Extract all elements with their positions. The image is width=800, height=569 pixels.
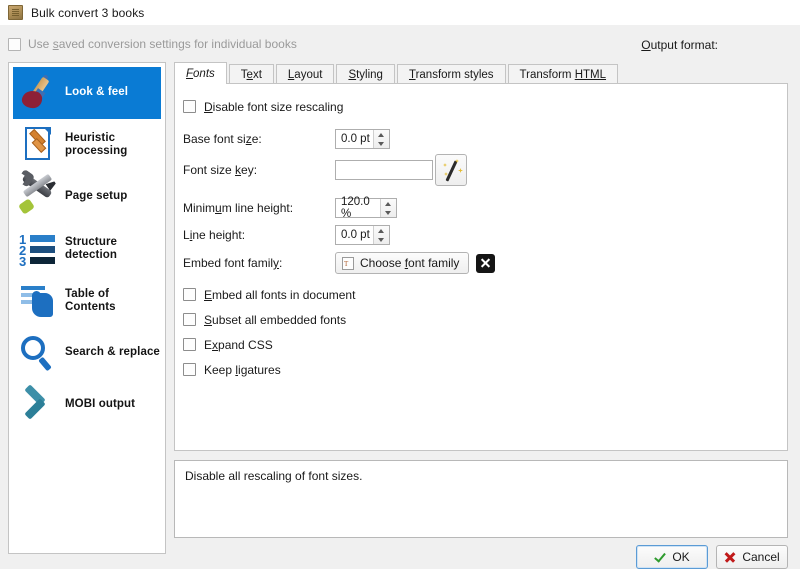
line-height-stepper[interactable]: 0.0 pt bbox=[335, 224, 390, 245]
checkbox-box[interactable] bbox=[183, 363, 196, 376]
sidebar-item-label: Table of Contents bbox=[65, 287, 116, 314]
font-size-key-label: Font size key: bbox=[183, 163, 258, 177]
settings-panel: Fonts Text Layout Styling Transform styl… bbox=[170, 62, 792, 569]
disable-font-rescaling-label: Disable font size rescaling bbox=[204, 99, 344, 114]
stepper-buttons[interactable] bbox=[380, 198, 396, 217]
cancel-button[interactable]: Cancel bbox=[716, 545, 788, 569]
sidebar-item-structure-detection[interactable]: 1 2 3 Structure detection bbox=[13, 223, 161, 275]
line-height-value[interactable]: 0.0 pt bbox=[336, 226, 373, 244]
top-options-row: Use saved conversion settings for indivi… bbox=[0, 33, 800, 59]
stepper-down-icon[interactable] bbox=[374, 139, 389, 148]
keep-ligatures-label: Keep ligatures bbox=[204, 362, 281, 377]
embed-all-fonts-label: Embed all fonts in document bbox=[204, 287, 356, 302]
sidebar-item-label: MOBI output bbox=[65, 398, 136, 411]
expand-css-checkbox[interactable]: Expand CSS bbox=[183, 332, 787, 357]
sidebar-item-heuristic-processing[interactable]: Heuristic processing bbox=[13, 119, 161, 171]
use-saved-settings-checkbox[interactable]: Use saved conversion settings for indivi… bbox=[8, 37, 297, 51]
tab-layout[interactable]: Layout bbox=[275, 64, 335, 84]
choose-font-family-button[interactable]: Choose font family bbox=[335, 252, 470, 274]
keep-ligatures-checkbox[interactable]: Keep ligatures bbox=[183, 357, 787, 382]
stepper-buttons[interactable] bbox=[373, 225, 389, 244]
fonts-tab-panel: Disable font size rescaling Base font si… bbox=[174, 83, 788, 451]
close-icon bbox=[724, 551, 736, 563]
checkbox-box[interactable] bbox=[183, 313, 196, 326]
ok-button-label: OK bbox=[672, 550, 690, 564]
sidebar-item-label: Search & replace bbox=[65, 346, 160, 359]
numbered-list-icon: 1 2 3 bbox=[17, 228, 59, 270]
sidebar-item-table-of-contents[interactable]: Table of Contents bbox=[13, 275, 161, 327]
sidebar-item-label: Heuristic processing bbox=[65, 131, 128, 158]
sidebar-item-label: Look & feel bbox=[65, 86, 129, 99]
embed-font-family-label: Embed font family: bbox=[183, 256, 283, 270]
help-description-box: Disable all rescaling of font sizes. bbox=[174, 460, 788, 538]
check-icon bbox=[654, 551, 666, 563]
sidebar-item-label: Structure detection bbox=[65, 235, 118, 262]
base-font-size-stepper[interactable]: 0.0 pt bbox=[335, 128, 390, 149]
minimum-line-height-row: Minimum line height: 120.0 % bbox=[183, 194, 787, 221]
sidebar-item-page-setup[interactable]: Page setup bbox=[13, 171, 161, 223]
minimum-line-height-stepper[interactable]: 120.0 % bbox=[335, 196, 397, 220]
stepper-up-icon[interactable] bbox=[374, 130, 389, 139]
checkbox-box[interactable] bbox=[183, 338, 196, 351]
tab-fonts[interactable]: Fonts bbox=[174, 62, 227, 84]
magic-wand-button[interactable] bbox=[435, 154, 467, 186]
subset-all-fonts-label: Subset all embedded fonts bbox=[204, 312, 347, 327]
base-font-size-value[interactable]: 0.0 pt bbox=[336, 130, 373, 148]
clear-font-family-button[interactable] bbox=[476, 253, 496, 273]
sidebar-item-look-and-feel[interactable]: Look & feel bbox=[13, 67, 161, 119]
stepper-down-icon[interactable] bbox=[374, 235, 389, 244]
output-format-label: Output format: bbox=[641, 38, 718, 52]
use-saved-settings-label: Use saved conversion settings for indivi… bbox=[28, 37, 297, 51]
checkbox-box[interactable] bbox=[8, 37, 21, 51]
tab-text[interactable]: Text bbox=[228, 64, 274, 84]
cancel-button-label: Cancel bbox=[742, 550, 780, 564]
base-font-size-label: Base font size: bbox=[183, 131, 262, 146]
font-size-key-row: Font size key: bbox=[183, 152, 787, 188]
sidebar-item-label: Page setup bbox=[65, 190, 128, 203]
tab-strip: Fonts Text Layout Styling Transform styl… bbox=[174, 62, 620, 84]
tab-styling[interactable]: Styling bbox=[336, 64, 395, 84]
bulk-convert-dialog: Bulk convert 3 books Use saved conversio… bbox=[0, 0, 800, 569]
stepper-buttons[interactable] bbox=[373, 129, 389, 148]
tab-transform-html[interactable]: Transform HTML bbox=[507, 64, 619, 84]
font-file-icon bbox=[342, 256, 354, 270]
settings-sidebar: Look & feel Heuristic processing Page se… bbox=[8, 62, 166, 554]
stepper-up-icon[interactable] bbox=[374, 226, 389, 235]
help-text: Disable all rescaling of font sizes. bbox=[185, 469, 363, 483]
window-title: Bulk convert 3 books bbox=[31, 5, 145, 20]
embed-font-family-row: Embed font family: Choose font family bbox=[183, 248, 787, 278]
tab-transform-styles[interactable]: Transform styles bbox=[396, 64, 506, 84]
stepper-down-icon[interactable] bbox=[381, 208, 396, 217]
minimum-line-height-label: Minimum line height: bbox=[183, 200, 294, 215]
checkbox-box[interactable] bbox=[183, 100, 196, 113]
sidebar-item-mobi-output[interactable]: MOBI output bbox=[13, 379, 161, 431]
ok-button[interactable]: OK bbox=[636, 545, 708, 569]
document-bandage-icon bbox=[17, 124, 59, 166]
dialog-button-row: OK Cancel bbox=[170, 545, 792, 569]
minimum-line-height-value[interactable]: 120.0 % bbox=[336, 196, 380, 220]
book-icon bbox=[8, 5, 23, 20]
sidebar-item-search-and-replace[interactable]: Search & replace bbox=[13, 327, 161, 379]
magnifier-icon bbox=[17, 332, 59, 374]
embed-all-fonts-checkbox[interactable]: Embed all fonts in document bbox=[183, 282, 787, 307]
stepper-up-icon[interactable] bbox=[381, 199, 396, 208]
dialog-body: Look & feel Heuristic processing Page se… bbox=[6, 62, 794, 569]
disable-font-rescaling-checkbox[interactable]: Disable font size rescaling bbox=[183, 94, 787, 119]
expand-css-label: Expand CSS bbox=[204, 337, 273, 352]
chevron-left-icon bbox=[17, 384, 59, 426]
title-bar: Bulk convert 3 books bbox=[0, 0, 800, 25]
tools-icon bbox=[17, 173, 59, 218]
fonts-form: Disable font size rescaling Base font si… bbox=[175, 84, 787, 382]
base-font-size-row: Base font size: 0.0 pt bbox=[183, 125, 787, 152]
paintbrush-icon bbox=[17, 72, 59, 114]
line-height-row: Line height: 0.0 pt bbox=[183, 221, 787, 248]
checkbox-box[interactable] bbox=[183, 288, 196, 301]
choose-font-family-label: Choose font family bbox=[360, 256, 460, 270]
subset-all-fonts-checkbox[interactable]: Subset all embedded fonts bbox=[183, 307, 787, 332]
line-height-label: Line height: bbox=[183, 227, 246, 242]
font-size-key-input[interactable] bbox=[335, 160, 433, 180]
toc-hand-icon bbox=[17, 280, 59, 322]
